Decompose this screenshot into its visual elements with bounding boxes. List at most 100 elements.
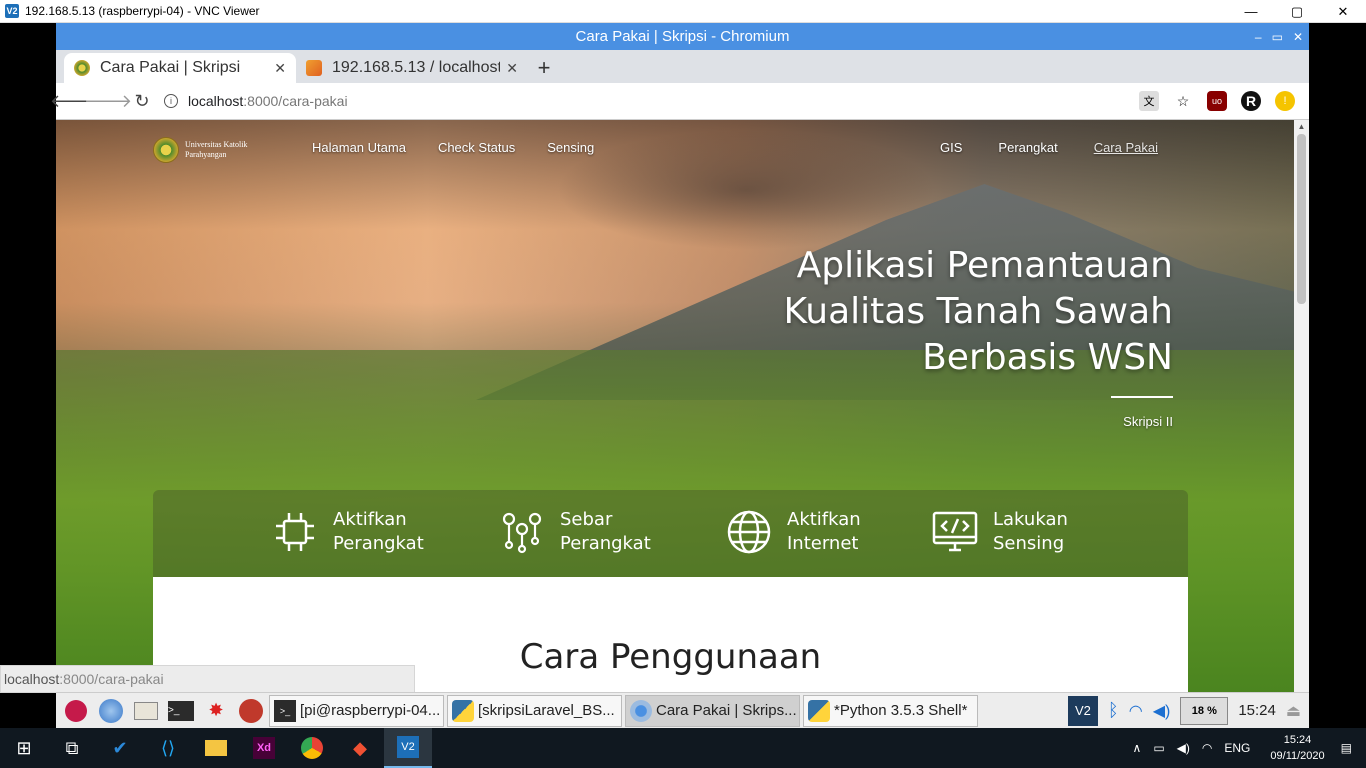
battery-icon[interactable]: ▭	[1153, 741, 1164, 755]
chrome-icon[interactable]	[288, 728, 336, 768]
reload-button[interactable]: ↻	[126, 85, 158, 117]
forward-button[interactable]: 🡒	[84, 85, 132, 117]
windows-start-icon[interactable]: ⊞	[0, 728, 48, 768]
vnc-logo-icon: V2	[5, 4, 19, 18]
feature-line: Aktifkan	[787, 509, 861, 530]
web-browser-icon[interactable]	[96, 696, 126, 726]
toolbar: 🡐 🡒 ↻ i localhost:8000/cara-pakai 文 ☆ uo…	[50, 83, 1309, 120]
windows-clock[interactable]: 15:24 09/11/2020	[1270, 732, 1324, 764]
hero-divider	[1111, 396, 1173, 398]
feature-sebar-perangkat: Sebar Perangkat	[498, 508, 651, 556]
file-explorer-icon[interactable]	[192, 728, 240, 768]
adobe-xd-icon[interactable]: Xd	[240, 728, 288, 768]
nav-sensing[interactable]: Sensing	[547, 140, 594, 155]
cpu-monitor[interactable]: 18 %	[1180, 696, 1229, 725]
mathematica-icon[interactable]: ✸	[201, 696, 231, 726]
chromium-titlebar: Cara Pakai | Skripsi - Chromium – ▭ ✕	[56, 23, 1309, 50]
globe-icon	[725, 508, 773, 556]
university-seal-icon	[74, 60, 90, 76]
chromium-window-title: Cara Pakai | Skripsi - Chromium	[575, 28, 790, 45]
phpmyadmin-icon	[306, 60, 322, 76]
hero-title: Aplikasi Pemantauan Kualitas Tanah Sawah…	[783, 243, 1173, 381]
pi-system-tray: V2 ᛒ ◠ ◀) 18 % 15:24 ⏏	[1067, 695, 1301, 726]
pi-clock[interactable]: 15:24	[1238, 702, 1276, 719]
info-icon[interactable]: i	[164, 94, 178, 108]
site-logo[interactable]: Universitas Katolik Parahyangan	[153, 137, 275, 163]
tab-label: Cara Pakai | Skripsi	[100, 59, 241, 76]
volume-icon[interactable]: ◀)	[1177, 741, 1190, 755]
new-tab-button[interactable]: +	[528, 53, 560, 83]
nav-perangkat[interactable]: Perangkat	[998, 140, 1057, 155]
vscode-icon[interactable]: ⟨⟩	[144, 728, 192, 768]
feature-line: Aktifkan	[333, 509, 407, 530]
feature-line: Lakukan	[993, 509, 1068, 530]
close-button[interactable]: ✕	[1320, 0, 1366, 23]
feature-aktifkan-internet: Aktifkan Internet	[725, 508, 861, 556]
wifi-icon[interactable]: ◠	[1129, 701, 1143, 721]
scrollbar-thumb[interactable]	[1297, 134, 1306, 304]
feature-line: Perangkat	[560, 533, 651, 554]
tab-close-icon[interactable]: ✕	[274, 60, 286, 77]
code-monitor-icon	[931, 508, 979, 556]
nav-right: GIS Perangkat Cara Pakai	[940, 140, 1158, 155]
pi-task-terminal[interactable]: >_ [pi@raspberrypi-04...	[269, 694, 444, 727]
show-hidden-icons[interactable]: ∧	[1133, 741, 1142, 755]
translate-icon[interactable]: 文	[1139, 91, 1159, 111]
chromium-icon	[630, 699, 652, 722]
nav-left: Halaman Utama Check Status Sensing	[312, 140, 594, 155]
pi-task-chromium[interactable]: Cara Pakai | Skrips...	[625, 694, 800, 727]
chromium-close-button[interactable]: ✕	[1293, 30, 1303, 44]
task-view-icon[interactable]: ⧉	[48, 728, 96, 768]
toolbar-actions: 文 ☆ uo R !	[1139, 91, 1295, 111]
ublock-icon[interactable]: uo	[1207, 91, 1227, 111]
terminal-icon: >_	[274, 699, 296, 722]
feature-line: Sebar	[560, 509, 613, 530]
raspberry-menu-icon[interactable]	[61, 696, 91, 726]
vnc-remote-desktop: Cara Pakai | Skripsi - Chromium – ▭ ✕ Ca…	[0, 23, 1366, 728]
alert-icon[interactable]: !	[1275, 91, 1295, 111]
page-scrollbar[interactable]: ▲ ▼	[1294, 120, 1309, 728]
tab-cara-pakai[interactable]: Cara Pakai | Skripsi ✕	[64, 53, 296, 83]
status-path: :8000/cara-pakai	[59, 671, 164, 687]
vnc-viewer-taskbar-icon[interactable]: V2	[384, 728, 432, 768]
university-seal-icon	[153, 137, 179, 163]
url-host: localhost	[188, 93, 244, 109]
todo-icon[interactable]: ✔	[96, 728, 144, 768]
language-indicator[interactable]: ENG	[1224, 741, 1250, 755]
hero-subtitle: Skripsi II	[1123, 414, 1173, 429]
eject-icon[interactable]: ⏏	[1286, 701, 1301, 721]
network-icon[interactable]: ◠	[1202, 741, 1212, 755]
volume-icon[interactable]: ◀)	[1153, 701, 1171, 721]
maximize-button[interactable]: ▢	[1274, 0, 1320, 23]
address-bar[interactable]: i localhost:8000/cara-pakai	[164, 93, 1114, 109]
bluetooth-icon[interactable]: ᛒ	[1108, 700, 1119, 721]
nav-cara-pakai[interactable]: Cara Pakai	[1094, 140, 1158, 155]
tab-label: 192.168.5.13 / localhost	[332, 59, 501, 76]
bookmark-star-icon[interactable]: ☆	[1173, 91, 1193, 111]
nav-check-status[interactable]: Check Status	[438, 140, 515, 155]
pi-task-label: [pi@raspberrypi-04...	[300, 702, 441, 719]
tab-phpmyadmin[interactable]: 192.168.5.13 / localhost ✕	[296, 53, 528, 83]
git-icon[interactable]: ◆	[336, 728, 384, 768]
chip-icon	[271, 508, 319, 556]
nav-halaman-utama[interactable]: Halaman Utama	[312, 140, 406, 155]
pi-task-python-shell[interactable]: *Python 3.5.3 Shell*	[803, 694, 978, 727]
python-icon	[452, 699, 474, 722]
extension-r-icon[interactable]: R	[1241, 91, 1261, 111]
chromium-minimize-button[interactable]: –	[1255, 30, 1262, 44]
pi-task-editor[interactable]: [skripsiLaravel_BS...	[447, 694, 622, 727]
chromium-window-controls: – ▭ ✕	[1255, 23, 1303, 50]
file-manager-icon[interactable]	[131, 696, 161, 726]
tab-close-icon[interactable]: ✕	[506, 60, 518, 77]
pi-task-label: *Python 3.5.3 Shell*	[834, 702, 968, 719]
minimize-button[interactable]: —	[1228, 0, 1274, 23]
wolfram-icon[interactable]	[236, 696, 266, 726]
link-status-bubble: localhost:8000/cara-pakai	[0, 665, 415, 693]
vnc-server-icon[interactable]: V2	[1067, 695, 1098, 726]
nav-gis[interactable]: GIS	[940, 140, 962, 155]
notifications-icon[interactable]: ▤	[1341, 741, 1352, 755]
terminal-icon[interactable]: >_	[166, 696, 196, 726]
scroll-up-icon[interactable]: ▲	[1294, 120, 1309, 132]
chromium-maximize-button[interactable]: ▭	[1272, 30, 1283, 44]
pi-task-label: [skripsiLaravel_BS...	[478, 702, 615, 719]
